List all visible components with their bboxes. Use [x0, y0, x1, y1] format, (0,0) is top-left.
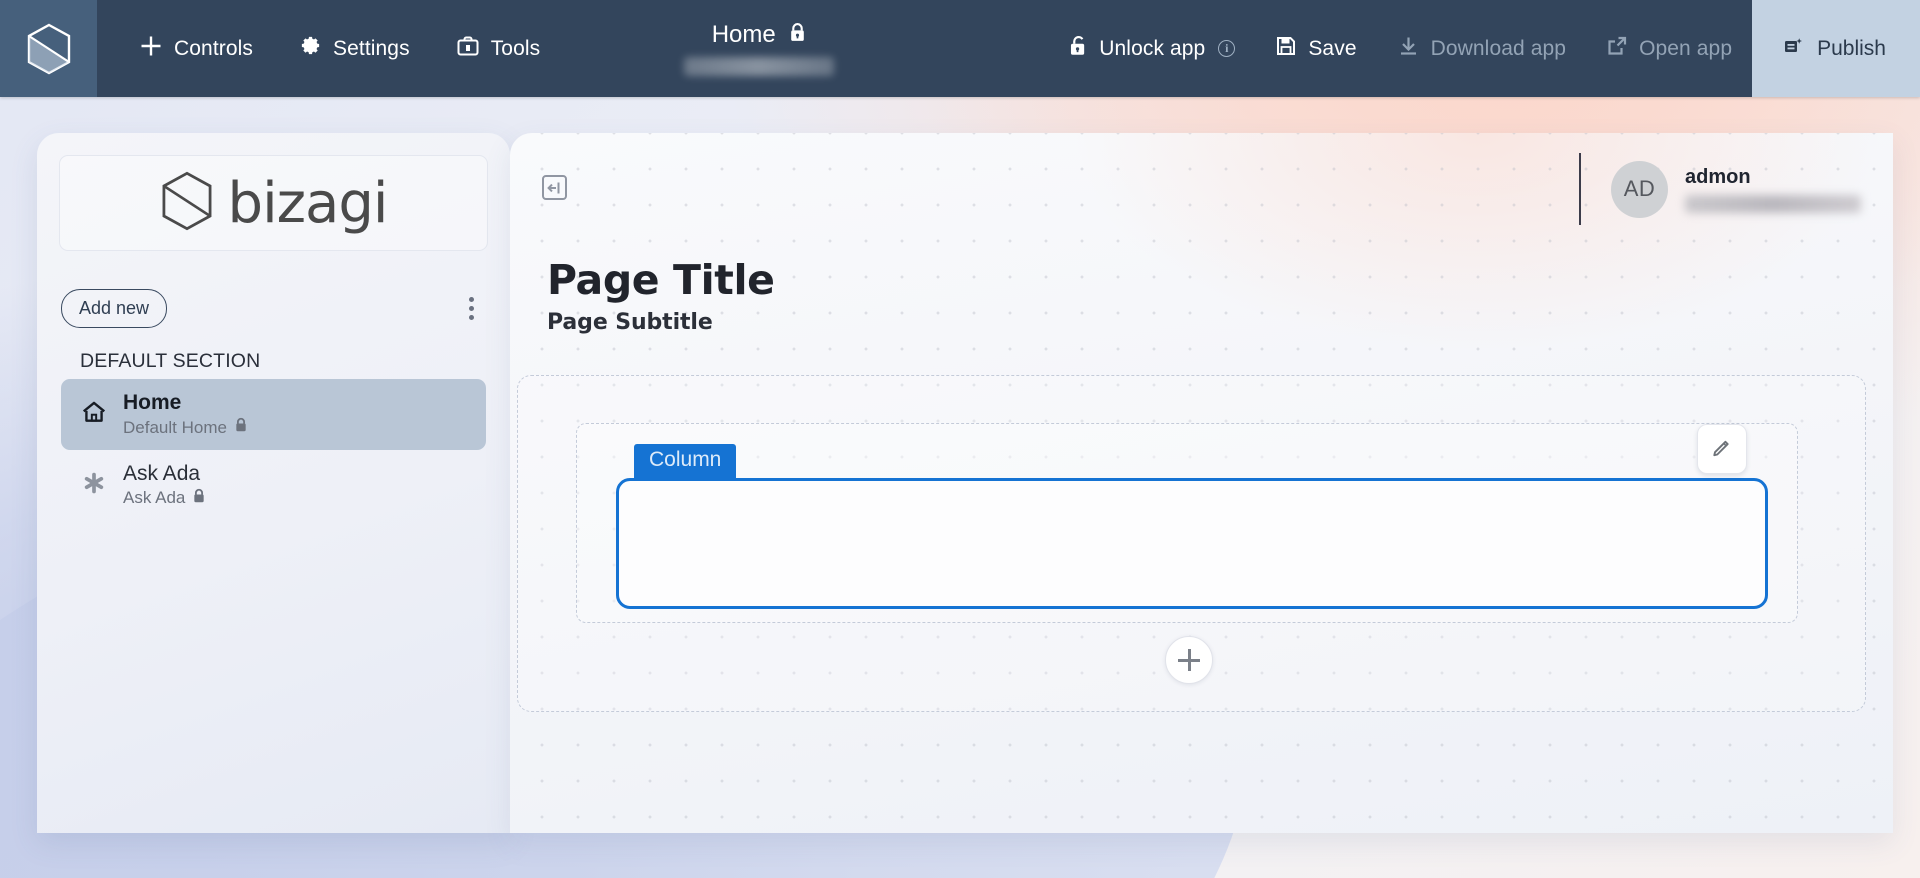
sidebar-section-label: DEFAULT SECTION [80, 350, 261, 372]
collapse-panel-icon[interactable] [542, 175, 567, 200]
add-new-button[interactable]: Add new [61, 289, 168, 328]
page-subtitle: Page Subtitle [547, 310, 713, 335]
sidebar-item-home-subtitle: Default Home [123, 417, 248, 438]
sidebar-item-ask-ada-title: Ask Ada [123, 461, 201, 485]
top-toolbar: Controls Settings Tools Home Unlock app … [0, 0, 1920, 97]
app-title-block: Home [684, 22, 835, 76]
more-vertical-icon[interactable] [456, 291, 486, 327]
sidebar-item-home-title: Home [123, 391, 182, 414]
asterisk-icon [81, 470, 107, 501]
settings-label: Settings [333, 36, 410, 60]
avatar: AD [1611, 160, 1668, 218]
sidebar-item-ask-ada-subtitle-text: Ask Ada [123, 488, 186, 508]
bizagi-hex-logo-icon [26, 23, 72, 75]
brand-logo-tile[interactable] [0, 0, 97, 97]
open-app-button[interactable]: Open app [1586, 0, 1752, 97]
sidebar-item-ask-ada-subtitle: Ask Ada [123, 488, 206, 509]
toolbar-center: Home [560, 0, 1048, 97]
sidebar-panel: bizagi Add new DEFAULT SECTION Home Defa… [37, 133, 510, 833]
sidebar-logo-text: bizagi [227, 170, 389, 236]
settings-button[interactable]: Settings [279, 0, 430, 97]
controls-button[interactable]: Controls [119, 0, 273, 97]
open-app-label: Open app [1639, 36, 1733, 60]
sidebar-item-home-text: Home Default Home [123, 391, 248, 438]
user-email-redacted [1685, 194, 1861, 213]
publish-label: Publish [1817, 36, 1886, 60]
lock-open-icon [1068, 35, 1088, 63]
sidebar-item-ask-ada[interactable]: Ask Ada Ask Ada [61, 450, 486, 521]
save-button[interactable]: Save [1255, 0, 1376, 97]
app-subtitle-redacted [684, 56, 835, 76]
lock-closed-icon [192, 488, 206, 509]
bizagi-hex-logo-icon [160, 171, 214, 236]
unlock-app-button[interactable]: Unlock app i [1048, 0, 1255, 97]
home-icon [81, 400, 107, 429]
column-tag-label: Column [634, 444, 737, 478]
toolbar-left-group: Controls Settings Tools [97, 0, 560, 97]
user-meta: admon [1685, 166, 1861, 213]
edit-column-button[interactable] [1697, 424, 1747, 474]
user-name: admon [1685, 165, 1751, 188]
download-app-label: Download app [1430, 36, 1567, 60]
add-row-button[interactable] [1165, 636, 1213, 684]
user-chip[interactable]: AD admon [1579, 153, 1861, 225]
sidebar-logo-card: bizagi [59, 155, 488, 251]
lock-closed-icon [234, 417, 248, 438]
floppy-disk-icon [1275, 35, 1297, 63]
controls-label: Controls [174, 36, 253, 60]
sidebar-item-ask-ada-text: Ask Ada Ask Ada [123, 462, 206, 509]
save-label: Save [1308, 36, 1357, 60]
app-title-row: Home [712, 22, 807, 48]
toolbox-icon [456, 35, 480, 63]
sidebar-logo: bizagi [160, 171, 388, 236]
sidebar-toolbar: Add new [61, 289, 486, 328]
info-icon[interactable]: i [1218, 40, 1236, 57]
app-root: Controls Settings Tools Home Unlock app … [0, 0, 1920, 878]
external-link-icon [1606, 35, 1628, 63]
toolbar-right-group: Unlock app i Save Download app Open app … [1048, 0, 1920, 97]
tools-label: Tools [490, 36, 541, 60]
download-app-button[interactable]: Download app [1377, 0, 1586, 97]
plus-icon [1178, 649, 1200, 671]
sidebar-item-home[interactable]: Home Default Home [61, 379, 486, 450]
page-title: Page Title [547, 256, 775, 304]
download-icon [1397, 35, 1420, 63]
column-container[interactable] [616, 478, 1768, 609]
sidebar-item-home-subtitle-text: Default Home [123, 417, 227, 437]
lock-closed-icon [788, 22, 807, 48]
unlock-app-label: Unlock app [1099, 36, 1206, 60]
plus-icon [139, 34, 163, 64]
publish-icon [1782, 35, 1804, 63]
pencil-icon [1711, 436, 1733, 463]
tools-button[interactable]: Tools [436, 0, 561, 97]
gear-icon [299, 34, 322, 63]
publish-button[interactable]: Publish [1752, 0, 1920, 97]
app-title: Home [711, 20, 776, 48]
